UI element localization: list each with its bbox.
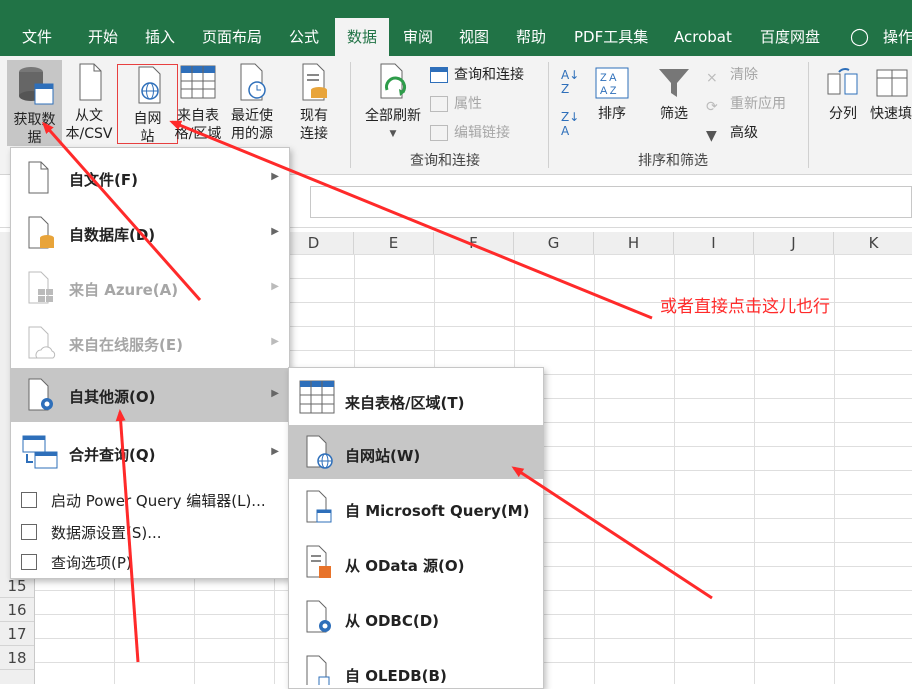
arrow-to-submenu-web (511, 466, 713, 600)
arrow-to-get-data (42, 121, 202, 301)
arrow-to-other-sources (115, 409, 140, 663)
annotation-arrows (42, 120, 713, 663)
arrow-to-from-web (169, 120, 653, 320)
